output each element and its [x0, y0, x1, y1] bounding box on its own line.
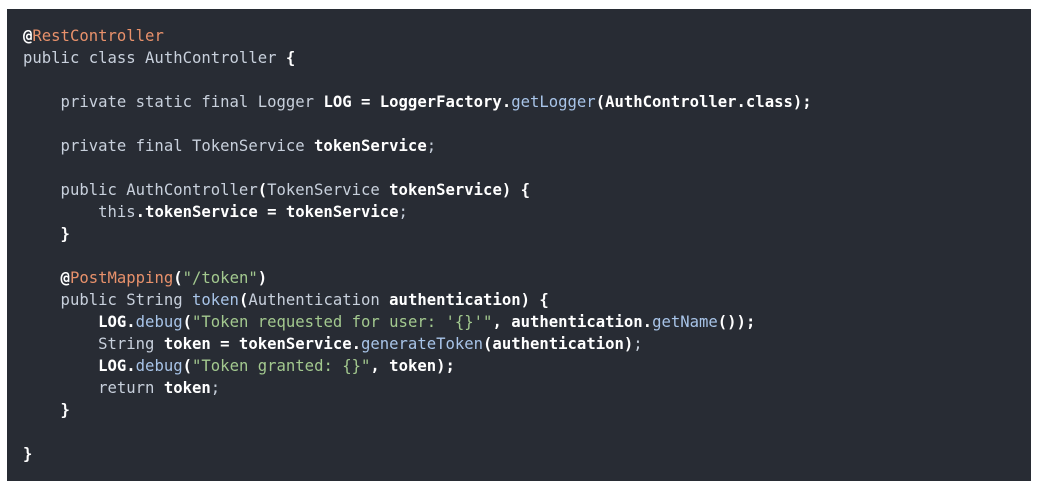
code-token-keyword: this [23, 203, 136, 221]
code-token-ident: authentication) { [389, 291, 549, 309]
code-line: @PostMapping("/token") [23, 267, 1031, 289]
code-token-string: "/token" [182, 269, 258, 287]
code-line: public String token(Authentication authe… [23, 289, 1031, 311]
code-token-punct: ()); [717, 313, 756, 331]
code-line: @RestController [23, 25, 1031, 47]
code-token-keyword: private static final Logger [23, 93, 324, 111]
code-token-method: getLogger [511, 93, 596, 111]
code-token-punct: ) [257, 269, 268, 287]
code-token-punct: ( [182, 357, 193, 375]
code-token-ident: LOG = LoggerFactory. [323, 93, 512, 111]
code-token-ident: , authentication. [492, 313, 653, 331]
code-token-punct: } [23, 445, 33, 463]
code-line: } [23, 399, 1031, 421]
code-token-annotation: RestController [32, 27, 164, 45]
code-token-method: generateToken [360, 335, 484, 353]
code-token-keyword: public String [23, 291, 192, 309]
code-token-keyword: public class AuthController [23, 49, 286, 67]
code-line: public AuthController(TokenService token… [23, 179, 1031, 201]
code-token-punct: } [23, 401, 70, 419]
code-token-type: Authentication [248, 291, 390, 309]
code-token-ident: , token); [370, 357, 455, 375]
code-line: public class AuthController { [23, 47, 1031, 69]
code-line: } [23, 443, 1031, 465]
code-token-semi: ; [426, 137, 437, 155]
code-line: } [23, 223, 1031, 245]
code-lines: @RestController public class AuthControll… [23, 25, 1031, 465]
code-token-semi: ; [210, 379, 221, 397]
code-token-punct: ( [182, 313, 193, 331]
code-token-punct: } [23, 225, 70, 243]
code-line: LOG.debug("Token granted: {}", token); [23, 355, 1031, 377]
code-token-semi: ; [633, 335, 643, 353]
code-token-ident: LOG. [23, 357, 136, 375]
code-token-annotation: PostMapping [69, 269, 174, 287]
code-token-method: debug [135, 357, 183, 375]
code-token-punct: ( [238, 291, 249, 309]
code-token-keyword: public AuthController [23, 181, 258, 199]
code-token-punct: ( [173, 269, 183, 287]
code-token-punct: ( [257, 181, 268, 199]
code-token-type: String [23, 335, 164, 353]
code-line: this.tokenService = tokenService; [23, 201, 1031, 223]
code-line: return token; [23, 377, 1031, 399]
code-token-string: "Token requested for user: '{}'" [192, 313, 493, 331]
code-token-ident: LOG. [23, 313, 136, 331]
code-token-ident: .tokenService = tokenService [135, 203, 399, 221]
code-line: private static final Logger LOG = Logger… [23, 91, 1031, 113]
code-token-method: getName [652, 313, 718, 331]
code-token-semi: ; [398, 203, 408, 221]
code-token-ident: tokenService [314, 137, 427, 155]
code-token-ident: tokenService) { [389, 181, 530, 199]
code-token-method: token [192, 291, 239, 309]
code-token-keyword: private final TokenService [23, 137, 315, 155]
code-token-annot-at: @ [23, 269, 70, 287]
code-token-method: debug [135, 313, 183, 331]
code-token-punct: { [285, 49, 296, 67]
code-token-ident: token = tokenService. [163, 335, 361, 353]
code-token-string: "Token granted: {}" [192, 357, 371, 375]
code-token-ident: token [163, 379, 211, 397]
code-line: LOG.debug("Token requested for user: '{}… [23, 311, 1031, 333]
code-token-ident: (AuthController.class); [595, 93, 812, 111]
code-token-keyword: return [23, 379, 164, 397]
code-line: String token = tokenService.generateToke… [23, 333, 1031, 355]
code-token-type: TokenService [267, 181, 390, 199]
code-line: private final TokenService tokenService; [23, 135, 1031, 157]
code-block: @RestController public class AuthControll… [7, 9, 1031, 481]
code-token-annot-at: @ [23, 27, 33, 45]
code-token-ident: (authentication) [483, 335, 634, 353]
